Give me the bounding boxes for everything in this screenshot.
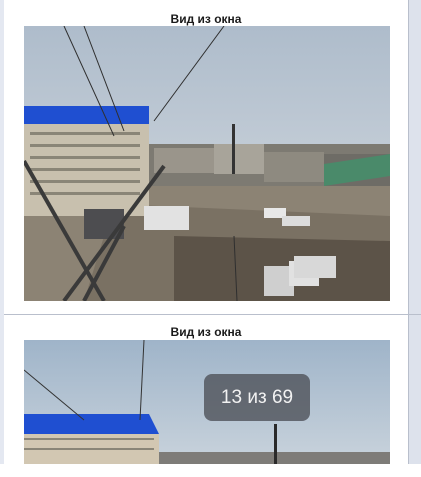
rail-divider <box>409 314 421 315</box>
side-scroll-rail <box>409 0 421 464</box>
gallery-card[interactable]: Вид из окна <box>4 0 409 315</box>
photo-caption: Вид из окна <box>170 325 242 339</box>
counter-separator: из <box>247 386 267 408</box>
photo-caption: Вид из окна <box>170 12 242 26</box>
photo-counter-badge: 13 из 69 <box>204 374 310 421</box>
counter-current: 13 <box>220 386 243 408</box>
counter-total: 69 <box>271 386 294 408</box>
bottom-strip <box>0 464 421 477</box>
window-view-photo[interactable] <box>24 26 390 301</box>
